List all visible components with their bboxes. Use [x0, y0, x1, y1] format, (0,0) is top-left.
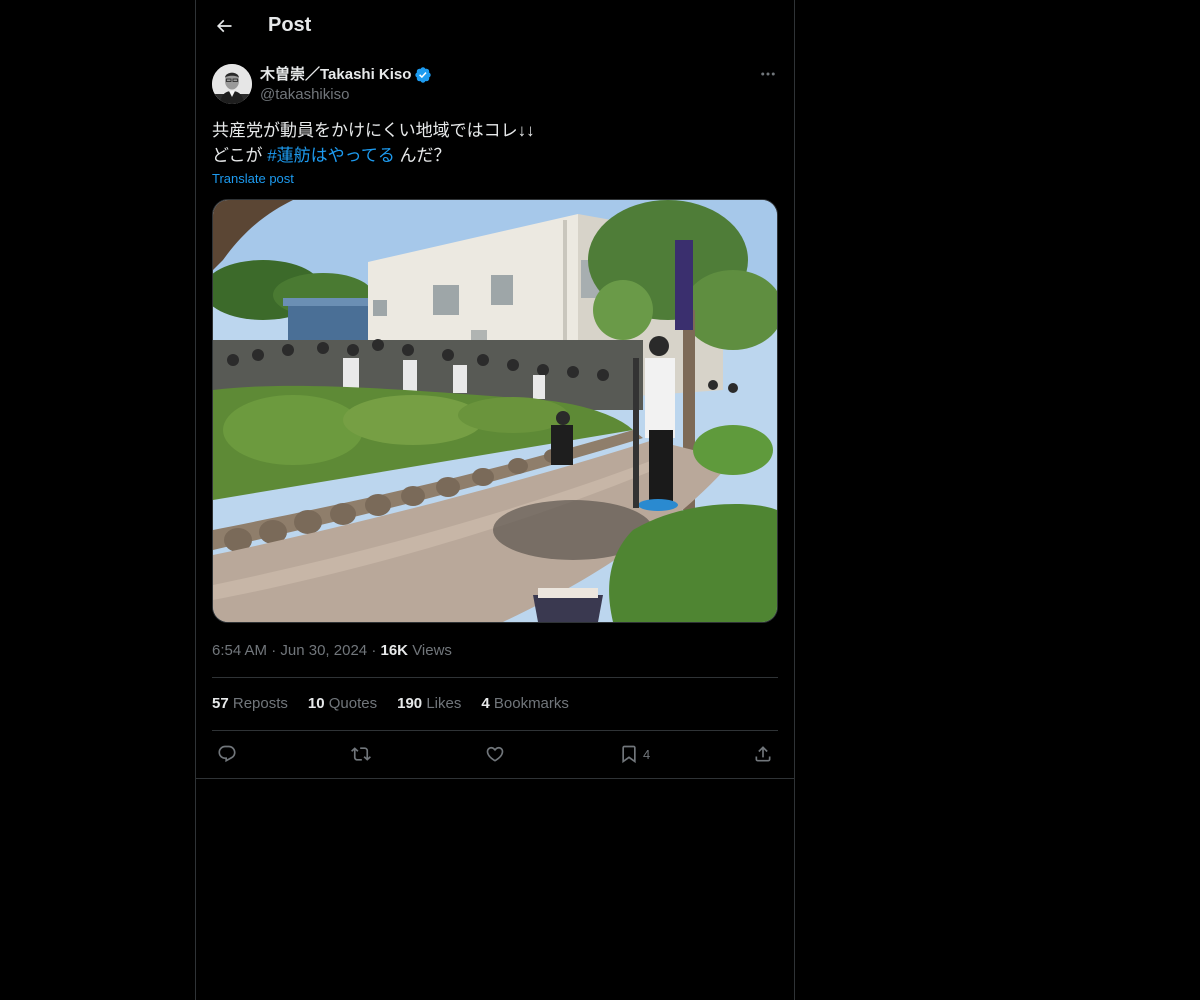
arrow-left-icon: [216, 19, 232, 33]
engagement-stats: 57 Reposts 10 Quotes 190 Likes 4 Bookmar…: [212, 694, 569, 714]
author-name-text: 木曽崇／Takashi Kiso: [260, 66, 412, 83]
avatar-image: [212, 64, 252, 104]
quotes-count: 10: [307, 695, 325, 712]
reposts-stat[interactable]: 57 Reposts: [212, 694, 288, 714]
reposts-count: 57: [212, 695, 229, 712]
quotes-stat[interactable]: 10 Quotes: [308, 694, 377, 714]
street-speech-photo: [213, 200, 777, 622]
bookmarks-stat[interactable]: 4 Bookmarks: [481, 694, 569, 714]
post-date[interactable]: Jun 30, 2024: [280, 642, 367, 659]
avatar[interactable]: [212, 64, 252, 104]
post-text: 共産党が動員をかけにくい地域ではコレ↓↓ どこが #蓮舫はやってる んだ？: [212, 118, 778, 168]
main-column: Post 木曽崇／Takashi Kiso @takashikiso 共産党が動…: [195, 0, 795, 1000]
reply-button[interactable]: [217, 743, 237, 765]
bookmarks-label: Bookmarks: [493, 695, 569, 712]
likes-stat[interactable]: 190 Likes: [397, 694, 461, 714]
hashtag-link[interactable]: #蓮舫はやってる: [267, 146, 395, 165]
post-time[interactable]: 6:54 AM: [212, 642, 267, 659]
divider: [212, 677, 778, 678]
post-meta: 6:54 AM · Jun 30, 2024 · 16K Views: [212, 641, 452, 661]
share-button[interactable]: [753, 743, 773, 765]
page-header: Post: [196, 0, 794, 53]
page-title: Post: [268, 14, 312, 36]
post-text-line-2: どこが #蓮舫はやってる んだ？: [212, 143, 778, 168]
bookmark-icon: [622, 745, 636, 764]
likes-label: Likes: [426, 695, 462, 712]
more-options-button[interactable]: [758, 64, 778, 84]
repost-icon: [351, 747, 371, 761]
heart-icon: [486, 746, 504, 762]
divider: [212, 730, 778, 731]
translate-post-link[interactable]: Translate post: [212, 171, 778, 187]
back-button[interactable]: [208, 10, 240, 42]
reply-icon: [218, 745, 236, 763]
post-photo[interactable]: [212, 199, 778, 623]
author-row: 木曽崇／Takashi Kiso @takashikiso: [212, 64, 778, 106]
post-text-segment: どこが: [212, 146, 268, 165]
action-bar: 4: [212, 743, 778, 765]
views-count: 16K: [380, 642, 409, 659]
verified-badge-icon: [415, 67, 432, 83]
author-display-name[interactable]: 木曽崇／Takashi Kiso: [260, 65, 432, 85]
author-handle[interactable]: @takashikiso: [260, 85, 432, 105]
more-dots-icon: [761, 72, 775, 76]
share-icon: [755, 746, 771, 762]
post-detail: 木曽崇／Takashi Kiso @takashikiso 共産党が動員をかけに…: [212, 64, 778, 764]
reposts-label: Reposts: [232, 695, 288, 712]
bookmark-button[interactable]: 4: [619, 743, 650, 765]
post-text-line-1: 共産党が動員をかけにくい地域ではコレ↓↓: [212, 121, 535, 140]
likes-count: 190: [397, 695, 423, 712]
like-button[interactable]: [485, 743, 505, 765]
repost-button[interactable]: [351, 743, 371, 765]
meta-separator: ·: [271, 642, 281, 659]
bookmark-count: 4: [643, 746, 651, 762]
bookmarks-count: 4: [481, 695, 490, 712]
divider: [196, 778, 794, 779]
post-text-segment: んだ？: [394, 146, 451, 165]
views-label: Views: [412, 642, 452, 659]
author-names: 木曽崇／Takashi Kiso @takashikiso: [260, 65, 432, 105]
quotes-label: Quotes: [328, 695, 378, 712]
